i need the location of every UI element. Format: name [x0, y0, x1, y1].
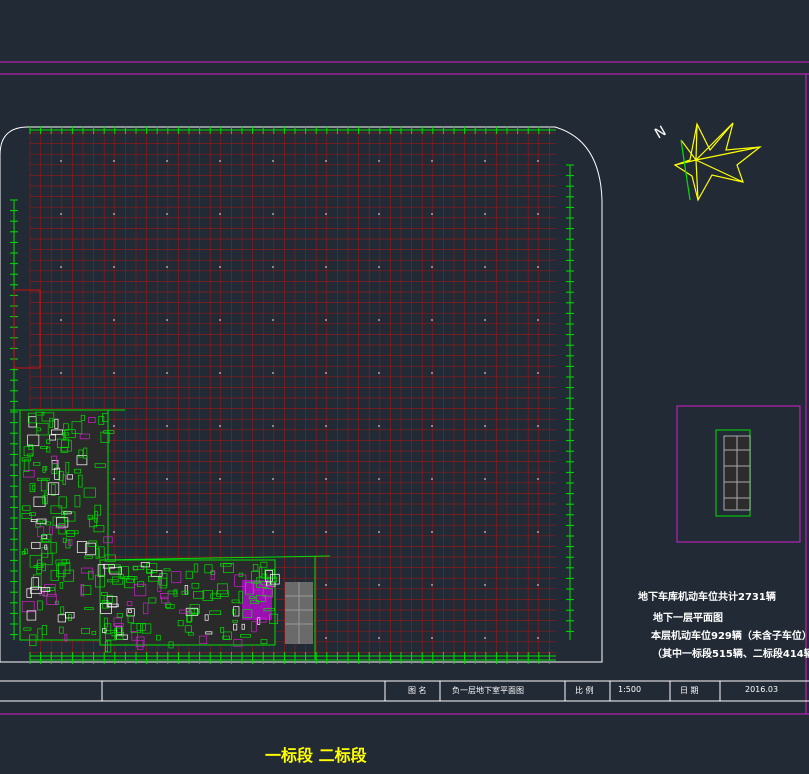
tb-scale: 1:500 [618, 685, 642, 694]
note-floor-parking: 本层机动车位929辆（未含子车位） [651, 631, 809, 642]
north-arrow-wind-rose-icon [673, 122, 762, 202]
tb-label-date: 日 期 [680, 686, 699, 695]
tb-date: 2016.03 [745, 685, 779, 694]
note-parking-breakdown: （其中一标段515辆、二标段414辆） [652, 649, 809, 660]
tb-label-scale: 比 例 [575, 686, 594, 695]
ramp-outline [13, 289, 41, 369]
north-label: N [652, 123, 669, 142]
section-caption: 一标段 二标段 [265, 746, 367, 765]
key-plan [676, 405, 801, 543]
tb-drawing-name: 负一层地下室平面图 [452, 686, 524, 695]
tb-label-drawing-name: 图 名 [408, 686, 427, 695]
note-floor-plan-title: 地下一层平面图 [653, 613, 723, 624]
note-total-parking: 地下车库机动车位共计2731辆 [638, 592, 776, 603]
